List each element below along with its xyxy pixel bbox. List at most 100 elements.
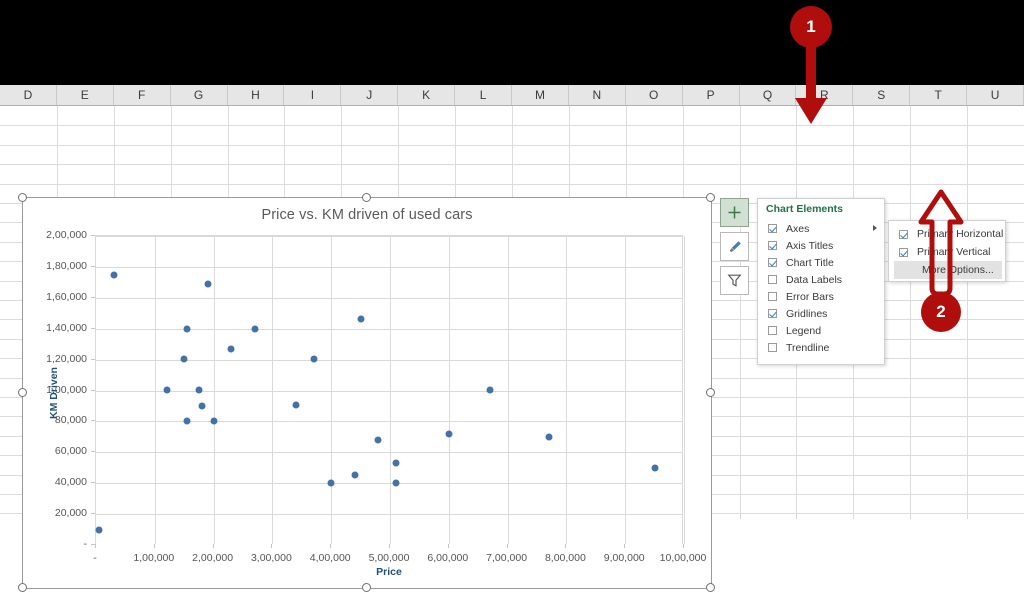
scatter-point[interactable] [204, 280, 211, 287]
chart-styles-button[interactable] [720, 232, 749, 261]
scatter-point[interactable] [445, 430, 452, 437]
y-axis-tick-mark [91, 482, 95, 483]
scatter-point[interactable] [228, 345, 235, 352]
scatter-point[interactable] [392, 460, 399, 467]
y-axis-tick-label: 1,00,000 [25, 384, 87, 396]
chart-filters-button[interactable] [720, 266, 749, 295]
chart-element-item-trendline[interactable]: Trendline [758, 339, 886, 356]
scatter-point[interactable] [292, 402, 299, 409]
chart-element-item-data-labels[interactable]: Data Labels [758, 271, 886, 288]
x-axis-tick-mark [271, 544, 272, 548]
grid-row-line [0, 164, 1024, 165]
y-axis-tick-mark [91, 420, 95, 421]
chart-element-item-axes[interactable]: Axes [758, 220, 886, 237]
checkbox-unchecked-icon[interactable] [768, 292, 777, 301]
scatter-point[interactable] [96, 526, 103, 533]
y-axis-tick-mark [91, 390, 95, 391]
scatter-point[interactable] [251, 325, 258, 332]
column-header-g[interactable]: G [171, 85, 228, 105]
checkbox-checked-icon[interactable] [899, 230, 908, 239]
column-header-d[interactable]: D [0, 85, 57, 105]
scatter-point[interactable] [163, 386, 170, 393]
horizontal-gridline [96, 452, 682, 453]
scatter-point[interactable] [310, 355, 317, 362]
checkbox-unchecked-icon[interactable] [768, 343, 777, 352]
checkbox-checked-icon[interactable] [768, 224, 777, 233]
scatter-point[interactable] [545, 433, 552, 440]
annotation-arrow-up-2 [917, 188, 965, 298]
scatter-point[interactable] [375, 436, 382, 443]
vertical-gridline [331, 236, 332, 544]
column-header-n[interactable]: N [569, 85, 626, 105]
checkbox-unchecked-icon[interactable] [768, 275, 777, 284]
y-axis-tick-mark [91, 235, 95, 236]
chart-element-item-error-bars[interactable]: Error Bars [758, 288, 886, 305]
chart-element-label: Legend [786, 325, 821, 337]
scatter-point[interactable] [357, 316, 364, 323]
column-header-m[interactable]: M [512, 85, 569, 105]
chart-elements-title: Chart Elements [766, 203, 843, 215]
checkbox-checked-icon[interactable] [899, 248, 908, 257]
checkbox-unchecked-icon[interactable] [768, 326, 777, 335]
scatter-point[interactable] [195, 386, 202, 393]
chart-element-label: Data Labels [786, 274, 842, 286]
checkbox-checked-icon[interactable] [768, 258, 777, 267]
top-black-banner [0, 0, 1024, 85]
column-header-h[interactable]: H [228, 85, 285, 105]
column-header-f[interactable]: F [114, 85, 171, 105]
scatter-point[interactable] [111, 271, 118, 278]
column-header-s[interactable]: S [853, 85, 910, 105]
horizontal-gridline [96, 391, 682, 392]
y-axis-tick-label: 20,000 [25, 507, 87, 519]
scatter-point[interactable] [184, 418, 191, 425]
chart-elements-menu[interactable]: Chart Elements AxesAxis TitlesChart Titl… [757, 198, 885, 365]
vertical-gridline [508, 236, 509, 544]
chart-element-item-axis-titles[interactable]: Axis Titles [758, 237, 886, 254]
y-axis-tick-mark [91, 359, 95, 360]
vertical-gridline [566, 236, 567, 544]
chart-element-item-gridlines[interactable]: Gridlines [758, 305, 886, 322]
column-header-k[interactable]: K [398, 85, 455, 105]
annotation-badge-1: 1 [790, 6, 832, 48]
scatter-point[interactable] [181, 355, 188, 362]
checkbox-checked-icon[interactable] [768, 309, 777, 318]
column-header-q[interactable]: Q [740, 85, 797, 105]
scatter-point[interactable] [651, 464, 658, 471]
chart-element-item-chart-title[interactable]: Chart Title [758, 254, 886, 271]
column-header-u[interactable]: U [967, 85, 1024, 105]
column-header-j[interactable]: J [341, 85, 398, 105]
chart-resize-handle[interactable] [18, 193, 27, 202]
chart-resize-handle[interactable] [706, 193, 715, 202]
x-axis-title[interactable]: Price [95, 566, 683, 578]
chart-element-item-legend[interactable]: Legend [758, 322, 886, 339]
checkbox-checked-icon[interactable] [768, 241, 777, 250]
column-header-i[interactable]: I [284, 85, 341, 105]
scatter-point[interactable] [351, 472, 358, 479]
x-axis-tick-mark [507, 544, 508, 548]
chart-object[interactable]: Price vs. KM driven of used cars KM Driv… [22, 197, 712, 589]
chart-elements-button[interactable] [720, 198, 749, 227]
column-header-o[interactable]: O [626, 85, 683, 105]
scatter-point[interactable] [198, 402, 205, 409]
chart-title[interactable]: Price vs. KM driven of used cars [23, 207, 711, 223]
plot-area[interactable] [95, 235, 683, 544]
chart-resize-handle[interactable] [18, 583, 27, 592]
chart-resize-handle[interactable] [18, 388, 27, 397]
chart-resize-handle[interactable] [706, 583, 715, 592]
chart-resize-handle[interactable] [362, 193, 371, 202]
vertical-gridline [684, 236, 685, 544]
scatter-point[interactable] [486, 386, 493, 393]
column-header-e[interactable]: E [57, 85, 114, 105]
y-axis-tick-label: 1,60,000 [25, 291, 87, 303]
scatter-point[interactable] [184, 325, 191, 332]
scatter-point[interactable] [210, 417, 217, 424]
scatter-point[interactable] [328, 480, 335, 487]
column-header-l[interactable]: L [455, 85, 512, 105]
chart-resize-handle[interactable] [706, 388, 715, 397]
scatter-point[interactable] [392, 480, 399, 487]
y-axis-tick-label: 60,000 [25, 445, 87, 457]
column-header-t[interactable]: T [910, 85, 967, 105]
plus-icon [727, 205, 742, 220]
chart-resize-handle[interactable] [362, 583, 371, 592]
column-header-p[interactable]: P [683, 85, 740, 105]
